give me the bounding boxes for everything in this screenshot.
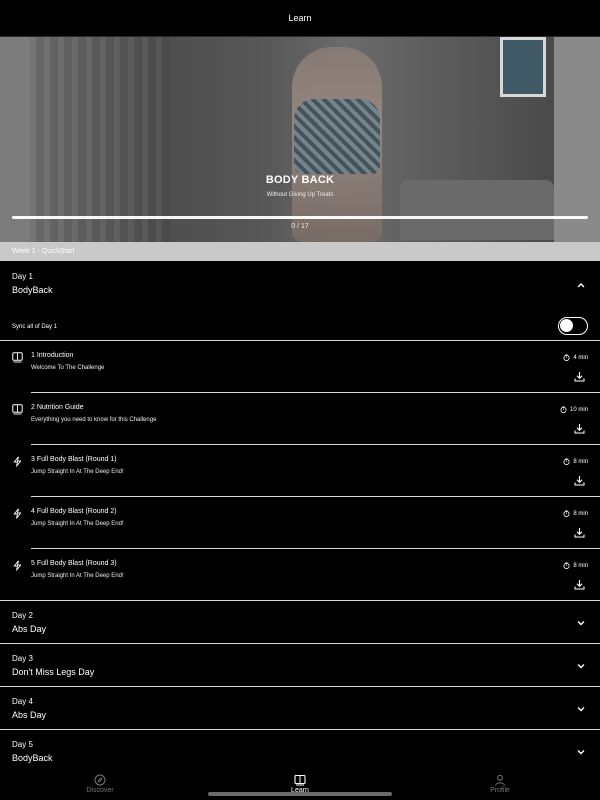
course-progress-text: 0 / 17	[291, 223, 309, 230]
duration-text: 8 min	[573, 458, 588, 465]
day-section-collapsed[interactable]: Day 3 Don't Miss Legs Day	[0, 643, 600, 686]
download-icon[interactable]	[574, 579, 585, 590]
day-label: Day 2	[12, 611, 33, 620]
hero-figure-top	[294, 99, 380, 174]
chevron-down-icon[interactable]	[576, 747, 586, 757]
sync-label: Sync all of Day 1	[12, 323, 58, 330]
home-indicator	[208, 792, 392, 796]
lesson-duration: 4 min	[563, 354, 588, 361]
lesson-subtitle: Everything you need to know for this Cha…	[31, 417, 157, 423]
day-name: Abs Day	[12, 710, 47, 720]
duration-text: 4 min	[573, 354, 588, 361]
day-label: Day 3	[12, 654, 33, 663]
lesson-subtitle: Jump Straight In At The Deep End!	[31, 573, 124, 579]
chevron-down-icon[interactable]	[576, 618, 586, 628]
lesson-title: 4 Full Body Blast (Round 2)	[31, 508, 117, 515]
duration-text: 10 min	[569, 406, 588, 413]
bolt-icon	[13, 508, 22, 519]
timer-icon	[563, 458, 570, 465]
toggle-knob	[560, 319, 573, 332]
download-icon[interactable]	[574, 371, 585, 382]
lesson-row[interactable]: 4 Full Body Blast (Round 2) Jump Straight…	[13, 496, 600, 548]
timer-icon	[563, 510, 570, 517]
book-icon	[12, 352, 23, 363]
compass-icon	[94, 774, 106, 786]
day-name: Abs Day	[12, 624, 47, 634]
lesson-duration: 10 min	[560, 406, 588, 413]
day-section-collapsed[interactable]: Day 4 Abs Day	[0, 686, 600, 729]
timer-icon	[563, 354, 570, 361]
hero-backdrop-left	[0, 37, 30, 242]
lesson-title: 5 Full Body Blast (Round 3)	[31, 560, 117, 567]
lesson-duration: 8 min	[563, 458, 588, 465]
day-label: Day 1	[12, 272, 33, 281]
lesson-row[interactable]: 5 Full Body Blast (Round 3) Jump Straight…	[13, 548, 600, 600]
day-name: BodyBack	[12, 753, 53, 763]
lesson-duration: 8 min	[563, 510, 588, 517]
person-icon	[495, 774, 505, 786]
lesson-title: 3 Full Body Blast (Round 1)	[31, 456, 117, 463]
week-label: Week 1 - QuickStart	[12, 248, 75, 255]
hero-sofa	[400, 180, 554, 240]
tab-discover[interactable]: Discover	[0, 771, 200, 800]
duration-text: 8 min	[573, 562, 588, 569]
day-section-1: Day 1 BodyBack Sync all of Day 1	[0, 261, 600, 340]
lesson-row[interactable]: 3 Full Body Blast (Round 1) Jump Straight…	[13, 444, 600, 496]
week-header: Week 1 - QuickStart	[0, 242, 600, 261]
book-icon	[12, 404, 23, 415]
lesson-subtitle: Jump Straight In At The Deep End!	[31, 521, 124, 527]
day-name: Don't Miss Legs Day	[12, 667, 95, 677]
day-section-collapsed[interactable]: Day 5 BodyBack	[0, 729, 600, 772]
lesson-subtitle: Welcome To The Challenge	[31, 365, 105, 371]
chevron-down-icon[interactable]	[576, 704, 586, 714]
download-icon[interactable]	[574, 423, 585, 434]
hero-backdrop-right	[554, 37, 600, 242]
course-hero[interactable]: BODY BACK Without Giving Up Treats 0 / 1…	[0, 37, 600, 242]
bolt-icon	[13, 456, 22, 467]
chevron-down-icon[interactable]	[576, 661, 586, 671]
lesson-title: 1 Introduction	[31, 352, 74, 359]
lesson-duration: 8 min	[563, 562, 588, 569]
download-icon[interactable]	[574, 527, 585, 538]
course-title: BODY BACK	[265, 174, 335, 186]
book-icon	[294, 774, 306, 786]
hero-curtain	[30, 37, 170, 242]
tab-label: Discover	[86, 787, 114, 794]
sync-toggle[interactable]	[558, 317, 588, 335]
top-nav-bar: Learn	[0, 0, 600, 37]
tab-profile[interactable]: Profile	[400, 771, 600, 800]
lesson-subtitle: Jump Straight In At The Deep End!	[31, 469, 124, 475]
duration-text: 8 min	[573, 510, 588, 517]
sync-row: Sync all of Day 1	[0, 313, 600, 340]
day-label: Day 5	[12, 740, 33, 749]
day-section-collapsed[interactable]: Day 2 Abs Day	[0, 600, 600, 643]
day-label: Day 4	[12, 697, 33, 706]
bolt-icon	[13, 560, 22, 571]
day-name: BodyBack	[12, 285, 53, 295]
day-header-1[interactable]: Day 1 BodyBack	[0, 261, 600, 313]
timer-icon	[563, 562, 570, 569]
chevron-up-icon[interactable]	[576, 280, 586, 290]
page-title: Learn	[288, 13, 312, 23]
lesson-title: 2 Nutrition Guide	[31, 404, 84, 411]
tab-label: Profile	[490, 787, 510, 794]
download-icon[interactable]	[574, 475, 585, 486]
hero-wall-frame	[500, 37, 546, 97]
timer-icon	[560, 406, 567, 413]
course-progress-bar	[12, 216, 588, 219]
course-subtitle: Without Giving Up Treats	[266, 192, 334, 198]
lesson-row[interactable]: 1 Introduction Welcome To The Challenge 4 …	[0, 340, 600, 392]
lesson-row[interactable]: 2 Nutrition Guide Everything you need to …	[12, 392, 600, 444]
